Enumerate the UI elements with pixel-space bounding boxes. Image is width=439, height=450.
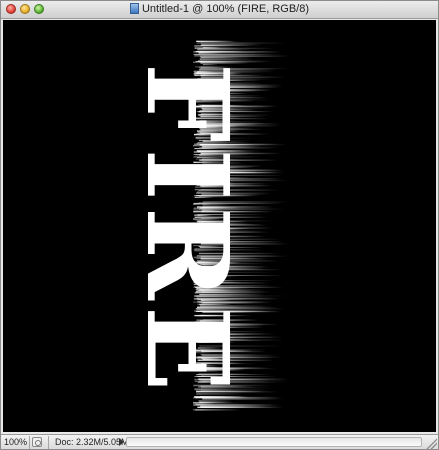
horizontal-scrollbar[interactable]	[126, 437, 422, 447]
document-canvas[interactable]: FIRE	[3, 20, 436, 432]
document-window: Untitled-1 @ 100% (FIRE, RGB/8) FIRE 100…	[0, 0, 439, 450]
status-divider	[48, 436, 49, 449]
window-title-text: Untitled-1 @ 100% (FIRE, RGB/8)	[141, 3, 310, 15]
document-size: Doc: 2.32M/5.05M	[55, 437, 129, 447]
fire-artwork: FIRE	[121, 40, 292, 411]
navigator-icon[interactable]	[32, 437, 42, 447]
status-menu-arrow-icon[interactable]	[119, 438, 124, 446]
document-icon	[129, 3, 139, 14]
fire-text: FIRE	[121, 63, 252, 397]
status-divider	[29, 436, 30, 449]
title-bar[interactable]: Untitled-1 @ 100% (FIRE, RGB/8)	[1, 1, 438, 19]
zoom-level[interactable]: 100%	[4, 437, 28, 447]
status-bar: 100% Doc: 2.32M/5.05M	[1, 434, 438, 449]
resize-grip-icon[interactable]	[425, 437, 437, 449]
window-title: Untitled-1 @ 100% (FIRE, RGB/8)	[1, 3, 438, 15]
